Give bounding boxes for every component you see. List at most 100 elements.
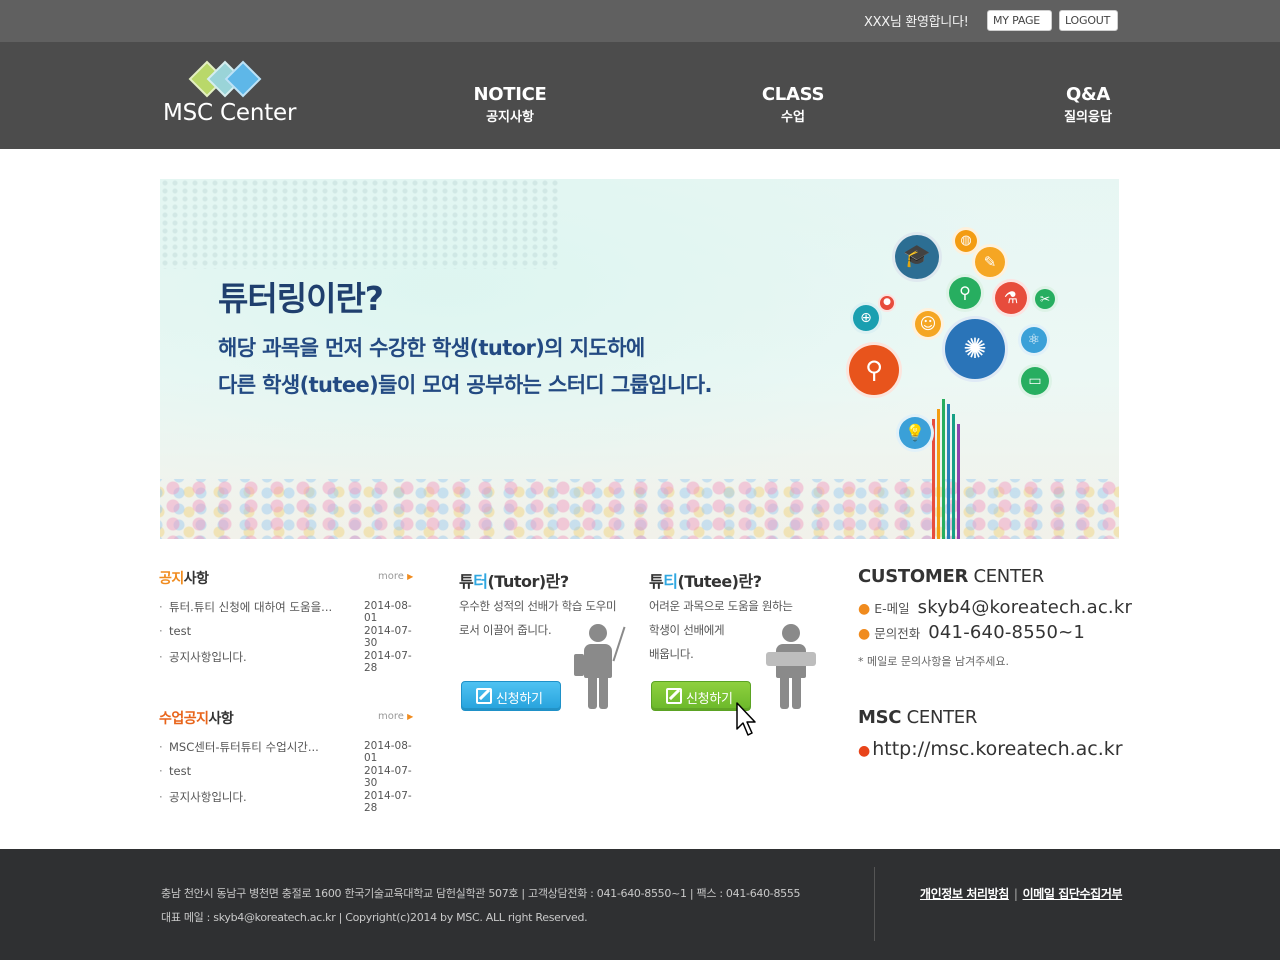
pointer-stick <box>612 626 626 662</box>
brain-icon: ✺ <box>942 316 1008 382</box>
arrow-right-icon: ▶ <box>407 712 414 721</box>
customer-note: * 메일로 문의사항을 남겨주세요. <box>858 655 1010 668</box>
tree-branch <box>937 409 940 539</box>
notice-list-item[interactable]: · 공지사항입니다. 2014-07-28 <box>159 649 419 674</box>
footer-link-separator: | <box>1013 887 1018 901</box>
figure-head <box>589 624 607 642</box>
smile-icon: ☺ <box>912 308 944 340</box>
scissors-icon: ✂ <box>1032 286 1058 312</box>
msc-title-bold: MSC <box>858 707 902 728</box>
figure-leg <box>780 676 789 709</box>
mypage-button[interactable]: MY PAGE <box>987 10 1052 31</box>
logo-text[interactable]: MSC Center <box>163 100 296 126</box>
atom-icon: ⚛ <box>1018 324 1050 356</box>
footer: 충남 천안시 동남구 병천면 충절로 1600 한국기술교육대학교 담헌실학관 … <box>0 849 1280 960</box>
tree-branch <box>947 404 950 539</box>
footer-copyright: 대표 메일 : skyb4@koreatech.ac.kr | Copyrigh… <box>161 911 588 924</box>
nav-label-en: NOTICE <box>473 84 547 105</box>
tutee-description-line: 어려운 과목으로 도움을 원하는 <box>649 599 793 613</box>
welcome-text: XXX님 환영합니다! <box>864 15 969 30</box>
bullet-icon: · <box>159 764 163 778</box>
tutor-title-rest: (Tutor)란? <box>487 572 569 591</box>
tutee-title: 튜티(Tutee)란? <box>649 568 762 592</box>
figure-leg <box>792 676 801 709</box>
banner-title: 튜터링이란? <box>218 279 384 318</box>
banner-dot-pattern <box>160 179 560 269</box>
notice-list-item[interactable]: · 튜터.튜티 신청에 대하여 도움을... 2014-08-01 <box>159 599 419 624</box>
class-notice-item-title: 공지사항입니다. <box>169 790 247 804</box>
notice-item-date: 2014-08-01 <box>364 600 412 624</box>
tutor-apply-button[interactable]: 신청하기 <box>461 681 561 711</box>
apply-button-label: 신청하기 <box>496 692 543 707</box>
edit-icon <box>476 688 492 704</box>
figure-book <box>574 654 584 676</box>
apply-button-label: 신청하기 <box>686 692 733 707</box>
notice-list-item[interactable]: · test 2014-07-30 <box>159 624 419 649</box>
graduation-cap-icon: 🎓 <box>892 232 942 282</box>
msc-url-link[interactable]: http://msc.koreatech.ac.kr <box>872 738 1122 760</box>
presentation-board-icon: ▭ <box>1018 364 1052 398</box>
bullet-icon: · <box>159 790 163 804</box>
logout-button[interactable]: LOGOUT <box>1059 10 1118 31</box>
msc-url-row[interactable]: ● http://msc.koreatech.ac.kr <box>858 738 1123 760</box>
email-value[interactable]: skyb4@koreatech.ac.kr <box>918 597 1132 618</box>
banner-description-line: 다른 학생(tutee)들이 모여 공부하는 스터디 그룹입니다. <box>218 373 712 397</box>
tutee-title-rest: (Tutee)란? <box>677 572 762 591</box>
notice-more-link[interactable]: more ▶ <box>378 571 413 582</box>
class-notice-list-item[interactable]: · test 2014-07-30 <box>159 764 419 789</box>
bullet-icon: · <box>159 650 163 664</box>
notice-item-title: 공지사항입니다. <box>169 650 247 664</box>
nav-class[interactable]: CLASS 수업 <box>753 84 833 125</box>
email-refusal-link[interactable]: 이메일 집단수집거부 <box>1023 887 1123 901</box>
figure-open-book <box>766 652 816 666</box>
customer-title-bold: CUSTOMER <box>858 566 969 587</box>
more-label: more <box>378 711 404 722</box>
bullet-icon: ● <box>858 743 871 759</box>
figure-leg <box>599 676 608 709</box>
tutor-figure-icon <box>574 624 630 710</box>
tutee-title-highlight: 티 <box>663 572 678 591</box>
tree-branch <box>942 399 945 539</box>
nav-qna[interactable]: Q&A 질의응답 <box>1048 84 1128 125</box>
globe-icon: ⊕ <box>850 302 882 334</box>
tutor-title-pre: 튜 <box>459 572 474 591</box>
knowledge-tree-illustration: 🎓 ◍ ✎ ⚲ ⚗ ✂ ⊕ ☺ ✺ ⚛ ⚲ ▭ 💡 ● <box>820 224 1060 539</box>
apple-icon: ● <box>878 294 896 312</box>
logo-cubes-icon[interactable] <box>188 56 262 100</box>
more-label: more <box>378 571 404 582</box>
email-label: E-메일 <box>874 601 910 616</box>
magnifier-icon: ⚲ <box>846 342 902 398</box>
class-notice-list-item[interactable]: · 공지사항입니다. 2014-07-28 <box>159 789 419 814</box>
tutor-title-highlight: 터 <box>473 572 488 591</box>
class-notice-item-date: 2014-07-30 <box>364 765 412 789</box>
notice-title-rest: 사항 <box>183 571 209 587</box>
customer-center-title: CUSTOMER CENTER <box>858 566 1044 587</box>
notice-item-title: test <box>169 624 192 638</box>
privacy-policy-link[interactable]: 개인정보 처리방침 <box>920 887 1009 901</box>
footer-links: 개인정보 처리방침 | 이메일 집단수집거부 <box>920 885 1123 902</box>
mouse-cursor-icon <box>736 702 756 736</box>
notice-item-date: 2014-07-28 <box>364 650 412 674</box>
banner-description-line: 해당 과목을 먼저 수강한 학생(tutor)의 지도하에 <box>218 336 645 360</box>
nav-notice[interactable]: NOTICE 공지사항 <box>470 84 550 125</box>
header: MSC Center NOTICE 공지사항 CLASS 수업 Q&A 질의응답 <box>0 42 1280 149</box>
footer-divider <box>874 867 875 941</box>
figure-body <box>584 644 612 678</box>
flask-icon: ⚗ <box>992 279 1030 317</box>
nav-label-ko: 공지사항 <box>486 110 534 125</box>
phone-value: 041-640-8550~1 <box>928 622 1086 643</box>
customer-title-rest: CENTER <box>973 566 1044 587</box>
bullet-icon: · <box>159 624 163 638</box>
figure-head <box>782 624 800 642</box>
notice-title-highlight: 공지 <box>159 571 184 587</box>
class-notice-item-date: 2014-08-01 <box>364 740 412 764</box>
tutee-figure-icon <box>764 624 820 710</box>
class-notice-more-link[interactable]: more ▶ <box>378 711 413 722</box>
class-notice-list-item[interactable]: · MSC센터-튜터튜티 수업시간... 2014-08-01 <box>159 739 419 764</box>
bullet-icon: ● <box>858 626 871 642</box>
tutoring-banner: 튜터링이란? 해당 과목을 먼저 수강한 학생(tutor)의 지도하에 다른 … <box>160 179 1119 539</box>
nav-label-ko: 수업 <box>781 110 805 125</box>
pencil-icon: ✎ <box>972 244 1008 280</box>
figure-leg <box>588 676 597 709</box>
msc-title-rest: CENTER <box>906 707 978 728</box>
